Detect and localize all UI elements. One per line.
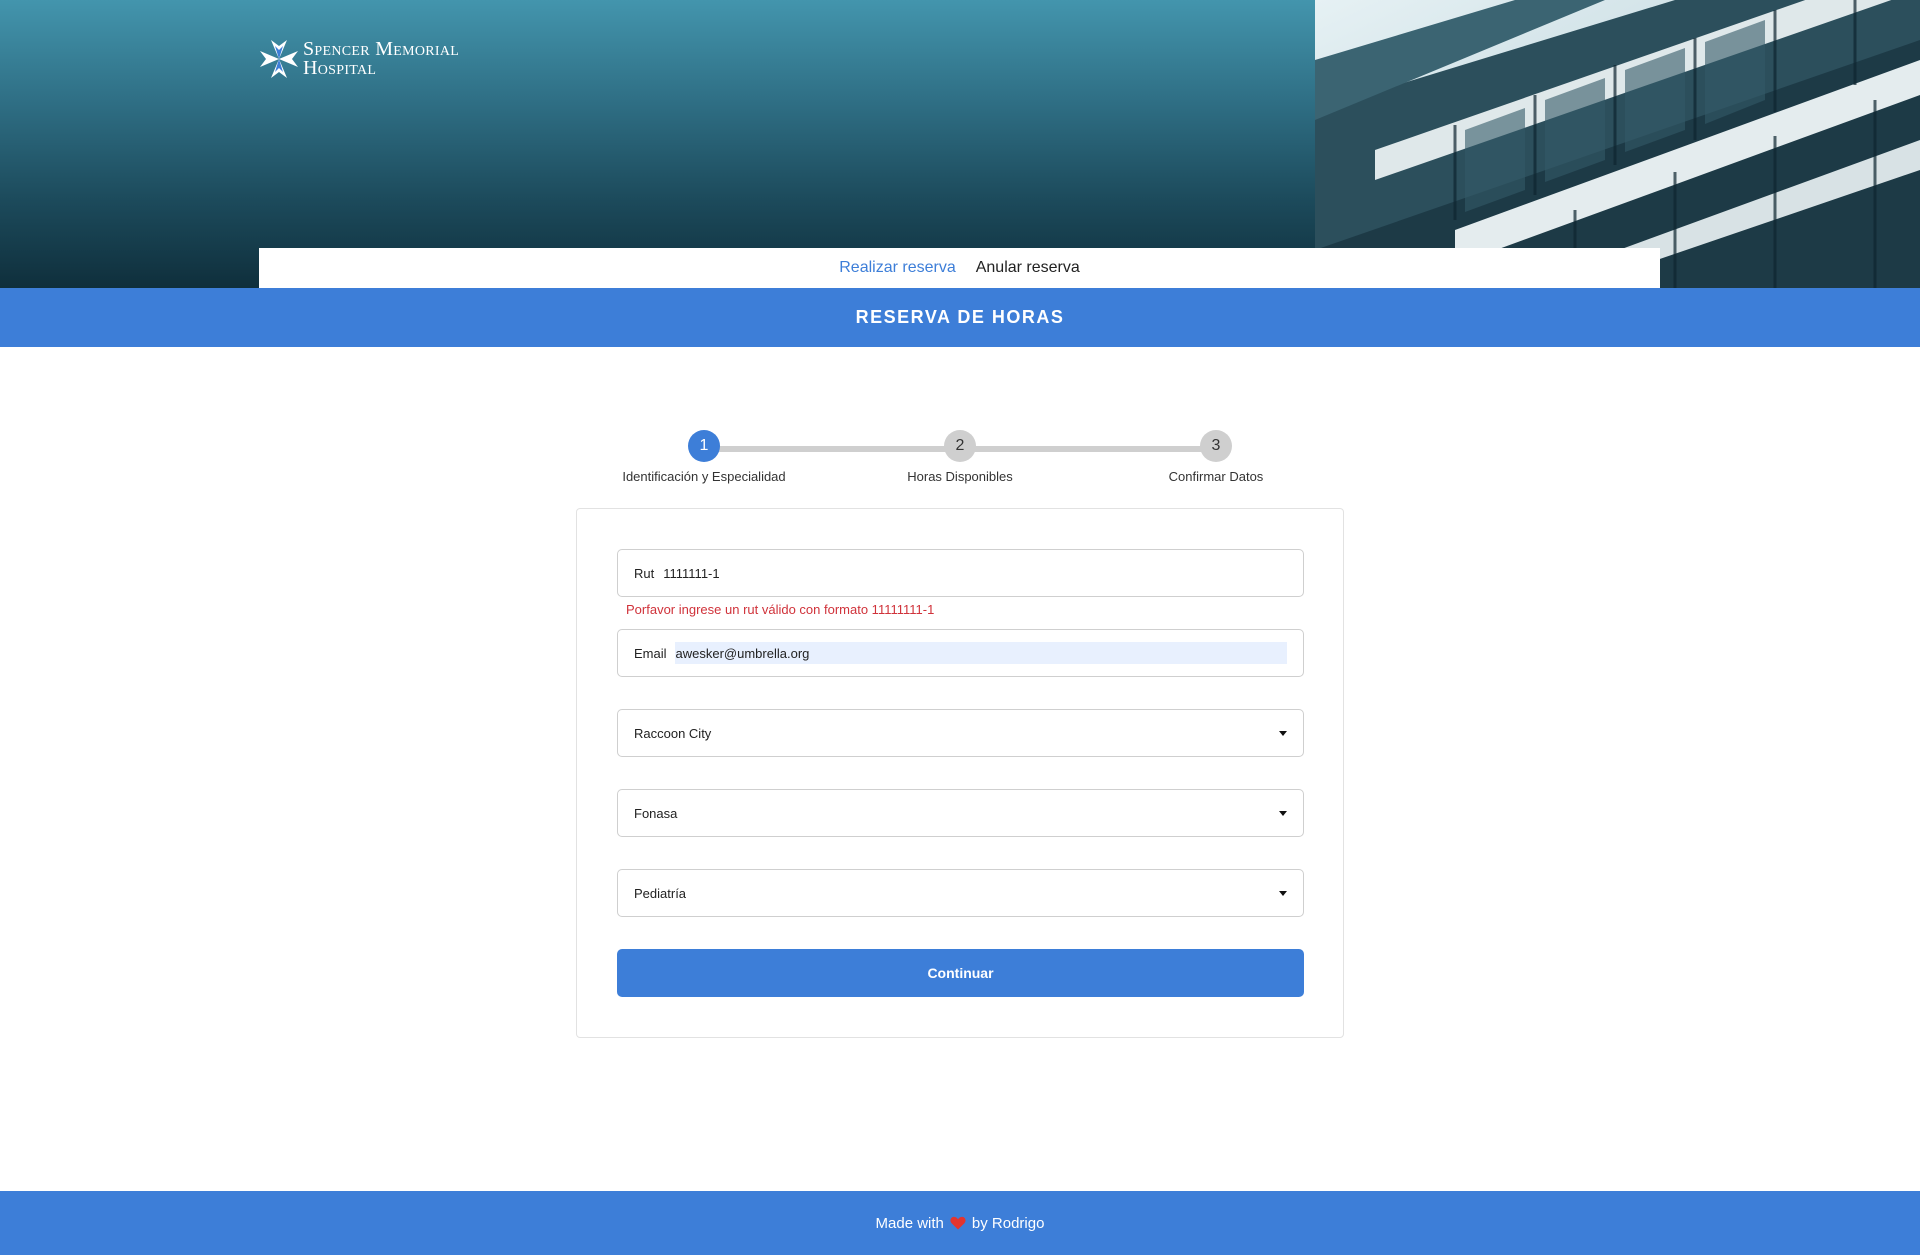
step-1-label: Identificación y Especialidad [622,469,786,484]
footer-made-with: Made with [875,1214,944,1232]
insurance-select[interactable]: Fonasa [617,789,1304,837]
progress-stepper: 1 Identificación y Especialidad 2 Horas … [576,430,1344,490]
chevron-down-icon [1279,890,1287,896]
step-1: 1 Identificación y Especialidad [594,430,814,484]
step-3-circle: 3 [1200,430,1232,462]
page-title-bar: RESERVA DE HORAS [0,288,1920,347]
city-select[interactable]: Raccoon City [617,709,1304,757]
email-field[interactable]: Email [617,629,1304,677]
email-label: Email [634,645,667,661]
step-2-label: Horas Disponibles [907,469,1013,484]
email-input[interactable] [674,642,1287,664]
logo-line2: Hospital [303,57,377,79]
reservation-form-card: Rut Porfavor ingrese un rut válido con f… [576,508,1344,1038]
rut-input[interactable] [662,562,1287,584]
step-3: 3 Confirmar Datos [1106,430,1326,484]
insurance-select-value: Fonasa [634,805,678,821]
hero-header: Spencer Memorial Hospital Realizar reser… [0,0,1920,288]
page-title: RESERVA DE HORAS [855,307,1065,327]
step-2: 2 Horas Disponibles [850,430,1070,484]
chevron-down-icon [1279,810,1287,816]
page-footer: Made with by Rodrigo [0,1191,1920,1255]
city-select-value: Raccoon City [634,725,712,741]
footer-author: by Rodrigo [971,1214,1045,1232]
step-3-label: Confirmar Datos [1168,469,1264,484]
step-2-circle: 2 [944,430,976,462]
rut-field[interactable]: Rut [617,549,1304,597]
rut-error-message: Porfavor ingrese un rut válido con forma… [626,602,935,617]
step-1-circle: 1 [688,430,720,462]
heart-icon [950,1216,966,1230]
chevron-down-icon [1279,730,1287,736]
continue-button[interactable]: Continuar [617,949,1304,997]
rut-label: Rut [634,565,655,581]
hospital-logo[interactable]: Spencer Memorial Hospital [259,38,459,80]
logo-text: Spencer Memorial Hospital [303,39,459,79]
nav-realizar-reserva[interactable]: Realizar reserva [839,259,955,277]
specialty-select-value: Pediatría [634,885,687,901]
hospital-building-image [1315,0,1920,288]
specialty-select[interactable]: Pediatría [617,869,1304,917]
nav-anular-reserva[interactable]: Anular reserva [976,259,1080,277]
star-logo-icon [260,40,298,78]
main-nav: Realizar reserva Anular reserva [259,248,1660,288]
